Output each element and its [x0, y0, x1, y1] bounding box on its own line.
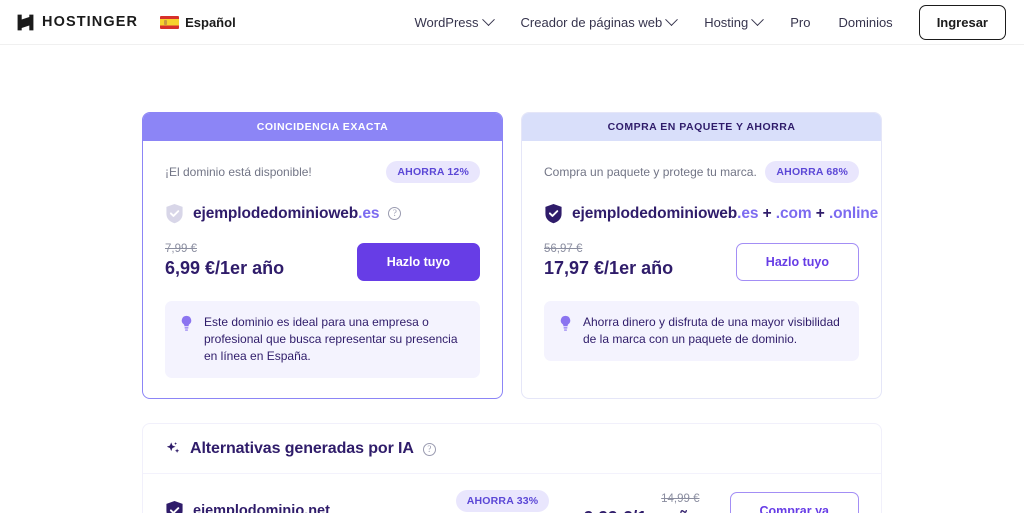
domain-name: ejemplodedominioweb.es	[193, 205, 379, 223]
nav-label: WordPress	[414, 15, 478, 30]
sparkle-icon	[165, 441, 181, 457]
question-mark-icon[interactable]: ?	[388, 207, 401, 220]
ai-alternatives-panel: Alternativas generadas por IA ? ejemplod…	[142, 423, 882, 513]
price-current: 6,99 €/1er año	[165, 258, 284, 279]
price-original: 7,99 €	[165, 243, 284, 255]
nav-item-creador-de-paginas-web[interactable]: Creador de páginas web	[507, 0, 691, 44]
chevron-down-icon	[751, 13, 764, 26]
nav-label: Creador de páginas web	[521, 15, 663, 30]
chevron-down-icon	[665, 13, 678, 26]
alternative-price-group: 14,99 € 9,99 €/1er año	[584, 493, 716, 513]
bundle-subtitle: Compra un paquete y protege tu marca.	[544, 165, 757, 179]
exact-match-card: COINCIDENCIA EXACTA ¡El dominio está dis…	[142, 112, 503, 399]
domain-results: COINCIDENCIA EXACTA ¡El dominio está dis…	[142, 112, 882, 399]
availability-text: ¡El dominio está disponible!	[165, 165, 312, 179]
tip-box: Ahorra dinero y disfruta de una mayor vi…	[544, 301, 859, 361]
price-row: 56,97 € 17,97 €/1er año Hazlo tuyo	[544, 243, 859, 281]
domain-tld: .es	[737, 205, 758, 222]
alternative-domain-group: ejemplodominio.net	[165, 500, 421, 513]
domain-row: ejemplodedominioweb.es + .com + .online	[544, 203, 859, 224]
card-body: Compra un paquete y protege tu marca. AH…	[522, 141, 881, 381]
buy-button[interactable]: Hazlo tuyo	[736, 243, 859, 281]
price-original: 56,97 €	[544, 243, 673, 255]
alternative-row: ejemplodominio.net AHORRA 33% ? Para +2 …	[143, 474, 881, 513]
nav-item-dominios[interactable]: Dominios	[825, 0, 907, 44]
language-selector[interactable]: Español	[160, 15, 236, 30]
nav-item-pro[interactable]: Pro	[776, 0, 824, 44]
domain-tld: .es	[358, 205, 379, 222]
chevron-down-icon	[482, 13, 495, 26]
card-banner: COMPRA EN PAQUETE Y AHORRA	[522, 113, 881, 141]
lightbulb-icon	[180, 315, 193, 332]
nav-label: Dominios	[839, 15, 893, 30]
alternative-domain-name: ejemplodominio.net	[193, 503, 330, 513]
nav-item-hosting[interactable]: Hosting	[690, 0, 776, 44]
page-body: COINCIDENCIA EXACTA ¡El dominio está dis…	[0, 44, 1024, 513]
site-header: HOSTINGER Español WordPress Creador de p…	[0, 0, 1024, 44]
question-mark-icon[interactable]: ?	[423, 443, 436, 456]
ai-section-title: Alternativas generadas por IA	[190, 440, 414, 458]
card-banner: COINCIDENCIA EXACTA	[143, 113, 502, 141]
buy-now-button[interactable]: Comprar ya	[730, 492, 859, 513]
ai-section-header: Alternativas generadas por IA ?	[143, 424, 881, 474]
tip-text: Este dominio es ideal para una empresa o…	[204, 314, 465, 365]
brand-logo[interactable]: HOSTINGER	[16, 13, 138, 32]
price-current: 9,99 €/1er año	[584, 507, 700, 513]
bundle-card: COMPRA EN PAQUETE Y AHORRA Compra un paq…	[521, 112, 882, 399]
tip-box: Este dominio es ideal para una empresa o…	[165, 301, 480, 378]
spain-flag-icon	[160, 16, 179, 29]
language-label: Español	[185, 15, 236, 30]
status-badge: AHORRA 33%	[456, 490, 550, 512]
lightbulb-icon	[559, 315, 572, 332]
buy-button[interactable]: Hazlo tuyo	[357, 243, 480, 281]
domain-separator: +	[758, 205, 775, 222]
domain-tld-2: .com	[776, 205, 812, 222]
card-top-row: Compra un paquete y protege tu marca. AH…	[544, 161, 859, 183]
card-body: ¡El dominio está disponible! AHORRA 12% …	[143, 141, 502, 398]
shield-check-icon	[544, 203, 563, 224]
hostinger-logo-icon	[16, 13, 35, 32]
nav-item-wordpress[interactable]: WordPress	[400, 0, 506, 44]
login-button[interactable]: Ingresar	[919, 5, 1006, 40]
domain-base: ejemplodedominioweb	[572, 205, 737, 222]
status-badge: AHORRA 68%	[765, 161, 859, 183]
price-column: 56,97 € 17,97 €/1er año	[544, 243, 673, 281]
nav-label: Pro	[790, 15, 810, 30]
card-top-row: ¡El dominio está disponible! AHORRA 12%	[165, 161, 480, 183]
domain-tld-3: .online	[829, 205, 878, 222]
price-current: 17,97 €/1er año	[544, 258, 673, 279]
domain-row: ejemplodedominioweb.es ?	[165, 203, 480, 224]
nav-label: Hosting	[704, 15, 748, 30]
brand-name: HOSTINGER	[42, 14, 138, 30]
price-original: 14,99 €	[584, 493, 700, 505]
price-row: 7,99 € 6,99 €/1er año Hazlo tuyo	[165, 243, 480, 281]
domain-separator-2: +	[812, 205, 829, 222]
shield-check-icon	[165, 203, 184, 224]
price-column: 7,99 € 6,99 €/1er año	[165, 243, 284, 281]
domain-base: ejemplodedominioweb	[193, 205, 358, 222]
content-wrapper: COINCIDENCIA EXACTA ¡El dominio está dis…	[142, 44, 882, 513]
tip-text: Ahorra dinero y disfruta de una mayor vi…	[583, 314, 844, 348]
domain-name: ejemplodedominioweb.es + .com + .online	[572, 205, 878, 223]
shield-check-icon	[165, 500, 184, 513]
alternative-badge-group: AHORRA 33% ? Para +2 años	[435, 490, 569, 513]
status-badge: AHORRA 12%	[386, 161, 480, 183]
main-nav: WordPress Creador de páginas web Hosting…	[400, 0, 1006, 44]
